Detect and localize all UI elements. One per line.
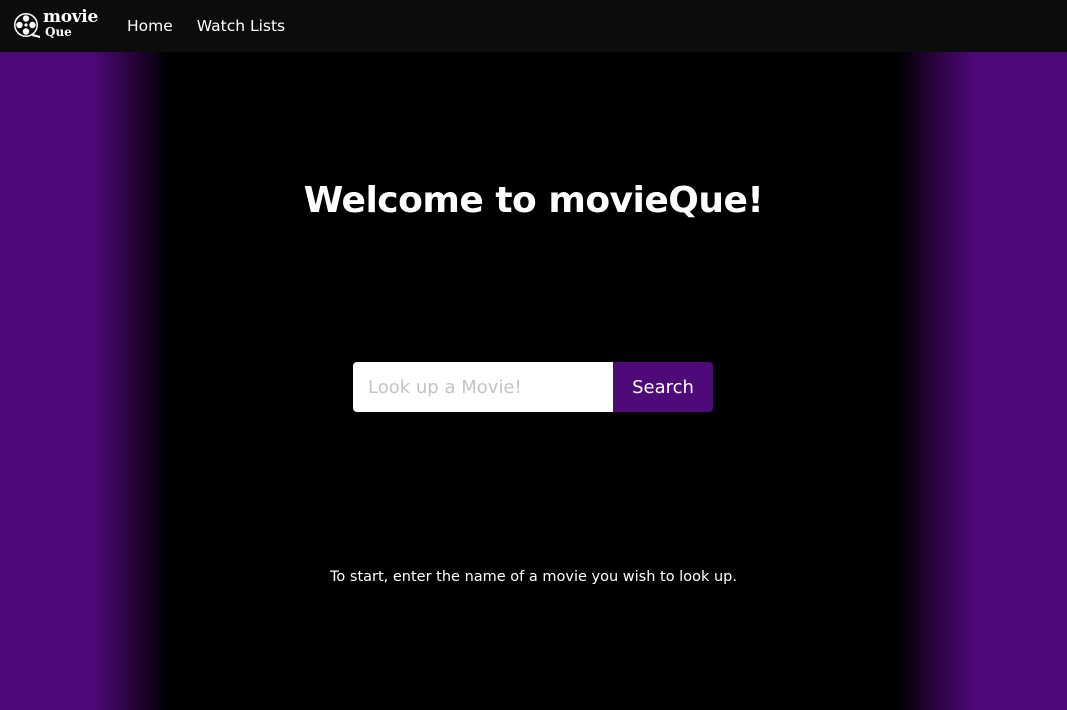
brand-logo[interactable]: movie Que bbox=[13, 6, 101, 46]
brand-wordmark: movie Que bbox=[43, 9, 101, 43]
nav-link-home[interactable]: Home bbox=[127, 17, 173, 35]
main-stage: Welcome to movieQue! Search To start, en… bbox=[0, 52, 1067, 710]
page-title: Welcome to movieQue! bbox=[303, 180, 764, 221]
film-reel-icon bbox=[14, 13, 40, 38]
instruction-text: To start, enter the name of a movie you … bbox=[330, 568, 737, 585]
search-form: Search bbox=[353, 362, 713, 412]
movie-search-input[interactable] bbox=[353, 362, 613, 412]
navbar: movie Que Home Watch Lists bbox=[0, 0, 1067, 52]
search-button[interactable]: Search bbox=[613, 362, 713, 412]
brand-wordmark-que: Que bbox=[45, 25, 72, 39]
brand-wordmark-movie: movie bbox=[43, 7, 98, 27]
nav-link-watch-lists[interactable]: Watch Lists bbox=[197, 17, 285, 35]
